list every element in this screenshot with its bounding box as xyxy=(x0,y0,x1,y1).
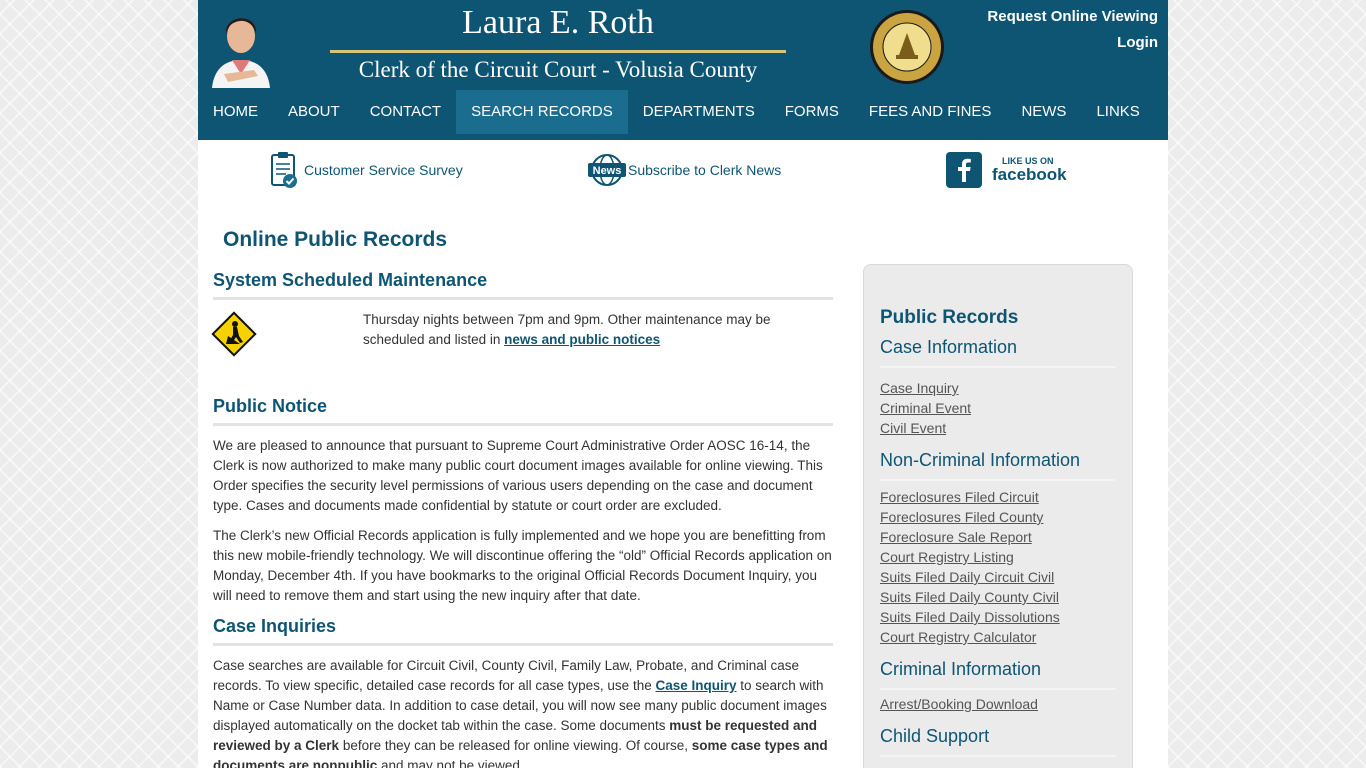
sidebar-link-foreclosure-sale-report[interactable]: Foreclosure Sale Report xyxy=(880,527,1116,547)
nav-home[interactable]: HOME xyxy=(198,90,273,134)
case-inquiries-text-3: before they can be released for online v… xyxy=(339,738,692,753)
sidebar-link-case-inquiry[interactable]: Case Inquiry xyxy=(880,378,1116,398)
case-inquiries-paragraph: Case searches are available for Circuit … xyxy=(213,656,833,768)
sidebar-link-suits-filed-county-civil[interactable]: Suits Filed Daily County Civil xyxy=(880,587,1116,607)
survey-label: Customer Service Survey xyxy=(304,162,463,178)
nav-about[interactable]: ABOUT xyxy=(273,90,355,134)
sidebar-link-criminal-event[interactable]: Criminal Event xyxy=(880,398,1116,418)
news-badge-text: News xyxy=(593,165,622,177)
site-header: Laura E. Roth Clerk of the Circuit Court… xyxy=(198,0,1168,140)
account-links: Request Online Viewing Login xyxy=(987,4,1158,56)
news-and-public-notices-link[interactable]: news and public notices xyxy=(504,332,660,347)
sidebar-heading: Criminal Information xyxy=(880,659,1116,690)
nav-fees-and-fines[interactable]: FEES AND FINES xyxy=(854,90,1007,134)
sidebar-group-child-support: Child Support xyxy=(880,726,1116,757)
request-online-viewing-link[interactable]: Request Online Viewing xyxy=(987,4,1158,30)
clerk-title: Clerk of the Circuit Court - Volusia Cou… xyxy=(358,57,758,82)
sidebar-heading: Case Information xyxy=(880,337,1116,368)
nav-news[interactable]: NEWS xyxy=(1006,90,1081,134)
main-content: System Scheduled Maintenance Thursday ni… xyxy=(211,270,833,768)
sidebar-link-foreclosures-filed-county[interactable]: Foreclosures Filed County xyxy=(880,507,1116,527)
subscribe-label: Subscribe to Clerk News xyxy=(628,162,782,178)
facebook-link[interactable]: LIKE US ON facebook xyxy=(946,150,1067,190)
subscribe-clerk-news-link[interactable]: News Subscribe to Clerk News xyxy=(588,150,781,190)
maintenance-block: Thursday nights between 7pm and 9pm. Oth… xyxy=(211,310,833,396)
clipboard-check-icon xyxy=(271,152,297,188)
sidebar-link-suits-filed-circuit-civil[interactable]: Suits Filed Daily Circuit Civil xyxy=(880,567,1116,587)
construction-worker-sign-icon xyxy=(211,311,257,357)
facebook-label: facebook xyxy=(992,165,1067,184)
public-notice-paragraph-1: We are pleased to announce that pursuant… xyxy=(213,438,823,513)
nav-search-records[interactable]: SEARCH RECORDS xyxy=(456,90,628,134)
public-notice-heading: Public Notice xyxy=(213,396,833,426)
sidebar-title: Public Records xyxy=(880,307,1019,328)
sidebar-group-criminal: Criminal Information Arrest/Booking Down… xyxy=(880,659,1116,714)
clerk-name: Laura E. Roth xyxy=(462,4,654,41)
case-inquiry-link[interactable]: Case Inquiry xyxy=(655,678,736,693)
main-nav: HOME ABOUT CONTACT SEARCH RECORDS DEPART… xyxy=(198,90,1155,134)
gold-divider xyxy=(330,50,786,53)
sidebar-link-foreclosures-filed-circuit[interactable]: Foreclosures Filed Circuit xyxy=(880,487,1116,507)
page: Laura E. Roth Clerk of the Circuit Court… xyxy=(198,0,1168,768)
nav-links[interactable]: LINKS xyxy=(1081,90,1154,134)
sidebar-heading: Non-Criminal Information xyxy=(880,450,1116,481)
case-inquiries-text-4: and may not be viewed. xyxy=(377,758,524,768)
maintenance-heading: System Scheduled Maintenance xyxy=(213,270,833,300)
facebook-icon xyxy=(946,152,982,188)
nav-forms[interactable]: FORMS xyxy=(770,90,854,134)
customer-service-survey-link[interactable]: Customer Service Survey xyxy=(270,150,463,190)
sidebar-link-civil-event[interactable]: Civil Event xyxy=(880,418,1116,438)
sidebar-heading: Child Support xyxy=(880,726,1116,757)
sidebar-link-suits-filed-dissolutions[interactable]: Suits Filed Daily Dissolutions xyxy=(880,607,1116,627)
page-title: Online Public Records xyxy=(223,228,448,251)
maintenance-text: Thursday nights between 7pm and 9pm. Oth… xyxy=(363,310,833,350)
sidebar-link-court-registry-calculator[interactable]: Court Registry Calculator xyxy=(880,627,1116,647)
sidebar-link-arrest-booking-download[interactable]: Arrest/Booking Download xyxy=(880,694,1116,714)
clerk-seal-icon xyxy=(870,10,944,84)
nav-contact[interactable]: CONTACT xyxy=(355,90,456,134)
login-link[interactable]: Login xyxy=(987,30,1158,56)
nav-departments[interactable]: DEPARTMENTS xyxy=(628,90,770,134)
public-notice-paragraph-2: The Clerk’s new Official Records applica… xyxy=(213,528,832,603)
sidebar-link-court-registry-listing[interactable]: Court Registry Listing xyxy=(880,547,1116,567)
sidebar-group-non-criminal: Non-Criminal Information Foreclosures Fi… xyxy=(880,450,1116,647)
clerk-portrait xyxy=(204,4,278,88)
case-inquiries-heading: Case Inquiries xyxy=(213,616,833,646)
news-globe-icon: News xyxy=(588,154,626,186)
facebook-text: LIKE US ON facebook xyxy=(992,157,1067,184)
sidebar-group-case-information: Case Information Case Inquiry Criminal E… xyxy=(880,337,1116,438)
public-records-sidebar: Public Records Case Information Case Inq… xyxy=(863,264,1133,768)
